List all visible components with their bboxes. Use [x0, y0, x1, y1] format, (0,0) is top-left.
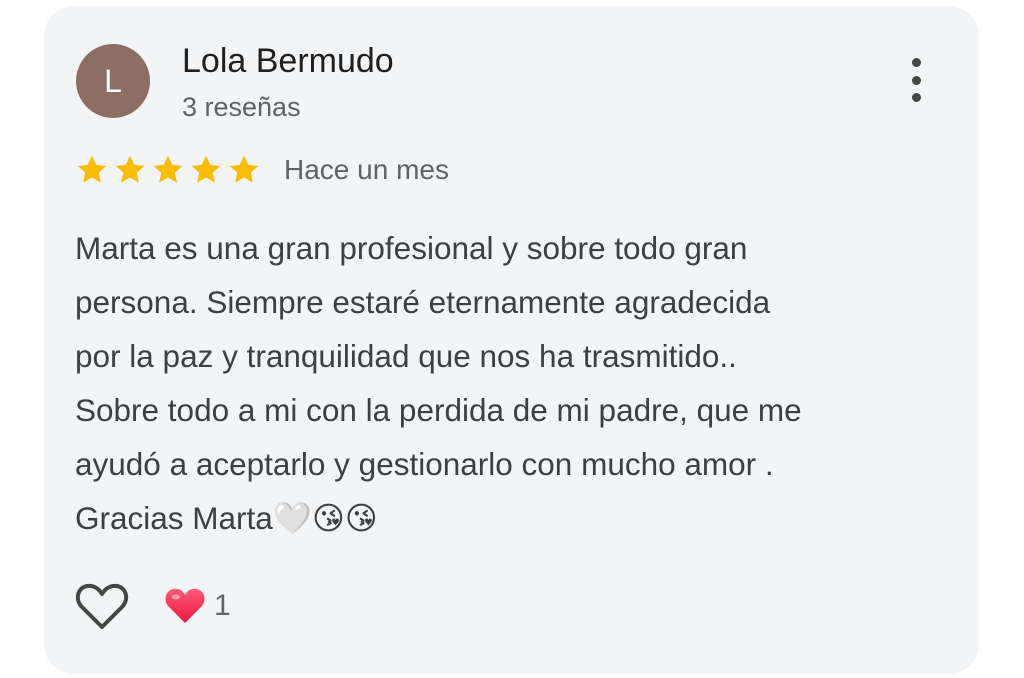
review-card: L Lola Bermudo 3 reseñas Hace un mes Mar…: [44, 6, 979, 674]
heart-outline-icon[interactable]: [74, 580, 130, 632]
star-icon: [115, 155, 145, 183]
reaction-count: 1: [214, 589, 231, 622]
author-name[interactable]: Lola Bermudo: [182, 42, 394, 81]
more-vert-icon[interactable]: [900, 52, 932, 108]
star-icon: [191, 155, 221, 183]
review-actions: 1: [74, 578, 231, 634]
star-icon: [229, 155, 259, 183]
review-text: Marta es una gran profesional y sobre to…: [75, 221, 955, 545]
red-heart-icon: [165, 588, 205, 623]
star-icon: [153, 155, 183, 183]
review-date: Hace un mes: [284, 154, 449, 185]
avatar[interactable]: L: [76, 44, 150, 118]
review-text-line: Gracias Marta🤍😘😘: [75, 500, 378, 536]
review-text-line: persona. Siempre estaré eternamente agra…: [75, 284, 771, 320]
reaction-summary[interactable]: 1: [164, 586, 231, 626]
star-rating: [74, 152, 262, 188]
rating-row: Hace un mes: [74, 148, 449, 192]
review-count: 3 reseñas: [182, 92, 301, 122]
star-icon: [77, 155, 107, 183]
review-text-line: Sobre todo a mi con la perdida de mi pad…: [75, 392, 802, 428]
review-text-line: por la paz y tranquilidad que nos ha tra…: [75, 338, 737, 374]
review-text-line: ayudó a aceptarlo y gestionarlo con much…: [75, 446, 774, 482]
review-text-line: Marta es una gran profesional y sobre to…: [75, 230, 748, 266]
